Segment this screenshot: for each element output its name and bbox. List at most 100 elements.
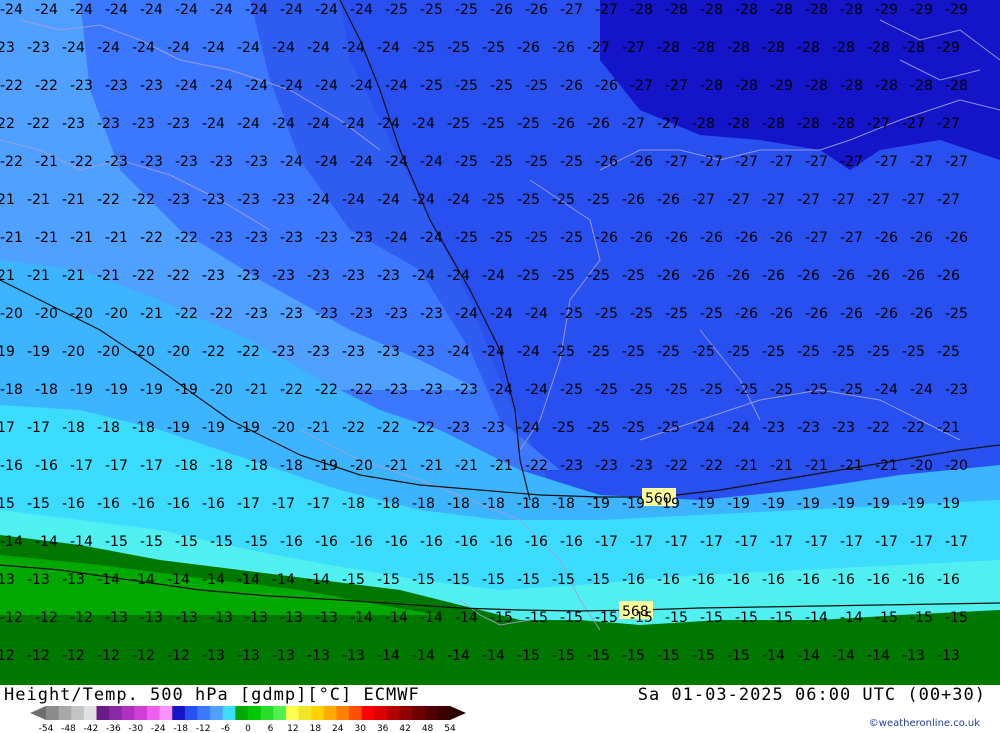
temp-label: -19 <box>797 496 820 512</box>
temp-label: -13 <box>0 572 15 588</box>
temp-label: -24 <box>342 40 365 56</box>
temp-label: -26 <box>595 154 618 170</box>
temp-label: -23 <box>140 154 163 170</box>
legend-tick-label: 48 <box>422 724 434 732</box>
temp-label: -13 <box>27 572 50 588</box>
temp-label: -27 <box>727 192 750 208</box>
temp-label: -25 <box>455 154 478 170</box>
temp-label: -23 <box>237 192 260 208</box>
temp-label: -28 <box>727 116 750 132</box>
temp-label: -16 <box>622 572 645 588</box>
legend-swatch <box>349 706 363 720</box>
temp-label: -24 <box>525 382 548 398</box>
temp-label: -20 <box>272 420 295 436</box>
temp-label: -25 <box>665 382 688 398</box>
temp-label: -25 <box>525 78 548 94</box>
legend-tick-label: -48 <box>61 724 76 732</box>
temp-label: -26 <box>560 78 583 94</box>
temp-label: -24 <box>175 2 198 18</box>
temp-label: -23 <box>167 116 190 132</box>
valid-time: Sa 01-03-2025 06:00 UTC (00+30) <box>637 685 986 705</box>
temp-label: -24 <box>245 2 268 18</box>
temp-label: -21 <box>35 154 58 170</box>
temp-label: -22 <box>377 420 400 436</box>
legend-swatch <box>134 706 148 720</box>
temp-label: -13 <box>902 648 925 664</box>
temp-label: -18 <box>377 496 400 512</box>
temp-label: -14 <box>70 534 93 550</box>
temp-label: -26 <box>665 230 688 246</box>
temp-label: -19 <box>167 420 190 436</box>
color-legend: -54 -48 -42 -36 -30 -24 -18 -12 -6 0 6 12 18 24 30 36 42… <box>30 706 466 732</box>
temp-label: -15 <box>692 648 715 664</box>
temp-label: -23 <box>832 420 855 436</box>
temp-label: -22 <box>315 382 338 398</box>
legend-tick-label: 12 <box>287 724 298 732</box>
temp-label: -19 <box>315 458 338 474</box>
temp-label: -17 <box>840 534 863 550</box>
legend-arrow-left <box>30 706 46 720</box>
temp-label: -25 <box>482 116 505 132</box>
temp-label: -18 <box>210 458 233 474</box>
temp-label: -23 <box>105 78 128 94</box>
temp-label: -15 <box>630 610 653 626</box>
temp-label: -28 <box>692 116 715 132</box>
temp-label: -21 <box>245 382 268 398</box>
temp-label: -19 <box>622 496 645 512</box>
temp-label: -16 <box>867 572 890 588</box>
temp-label: -26 <box>587 116 610 132</box>
temp-label: -27 <box>797 192 820 208</box>
temp-label: -15 <box>517 648 540 664</box>
temp-label: -15 <box>587 648 610 664</box>
temp-label: -23 <box>97 116 120 132</box>
temp-label: -26 <box>770 306 793 322</box>
credit-link[interactable]: ©weatheronline.co.uk <box>869 718 980 729</box>
temp-label: -23 <box>945 382 968 398</box>
temp-label: -18 <box>62 420 85 436</box>
legend-swatch <box>147 706 161 720</box>
temp-label: -23 <box>210 230 233 246</box>
temp-label: -15 <box>587 572 610 588</box>
temp-label: -16 <box>280 534 303 550</box>
temp-label: -28 <box>832 40 855 56</box>
temp-label: -26 <box>770 230 793 246</box>
temp-label: -24 <box>350 2 373 18</box>
temp-label: -22 <box>27 116 50 132</box>
temp-label: -23 <box>315 230 338 246</box>
temp-label: -28 <box>657 40 680 56</box>
temp-label: -23 <box>455 382 478 398</box>
temp-label: -28 <box>727 40 750 56</box>
temp-label: -15 <box>517 572 540 588</box>
temp-label: -18 <box>97 420 120 436</box>
temp-label: -14 <box>350 610 373 626</box>
temp-label: -16 <box>385 534 408 550</box>
temp-label: -27 <box>665 78 688 94</box>
temp-label: -20 <box>35 306 58 322</box>
temp-label: -24 <box>342 192 365 208</box>
temp-label: -15 <box>447 572 470 588</box>
legend-swatch <box>311 706 325 720</box>
legend-tick-label: 36 <box>377 724 389 732</box>
legend-swatch <box>424 706 438 720</box>
temp-label: -26 <box>727 268 750 284</box>
temp-label: -23 <box>237 268 260 284</box>
legend-swatch <box>285 706 299 720</box>
temp-label: -14 <box>35 534 58 550</box>
temp-label: -27 <box>840 154 863 170</box>
temp-label: -15 <box>27 496 50 512</box>
temp-label: -23 <box>762 420 785 436</box>
temp-label: -24 <box>447 268 470 284</box>
temp-label: -23 <box>377 344 400 360</box>
temp-label: -18 <box>342 496 365 512</box>
temp-label: -16 <box>62 496 85 512</box>
temp-label: -21 <box>385 458 408 474</box>
temp-label: -24 <box>202 116 225 132</box>
temp-label: -17 <box>805 534 828 550</box>
temp-label: -25 <box>770 382 793 398</box>
temp-label: -22 <box>525 458 548 474</box>
temp-label: -22 <box>237 344 260 360</box>
temp-label: -26 <box>595 230 618 246</box>
temp-label: -26 <box>910 306 933 322</box>
temp-label: -19 <box>937 496 960 512</box>
temp-label: -21 <box>97 268 120 284</box>
